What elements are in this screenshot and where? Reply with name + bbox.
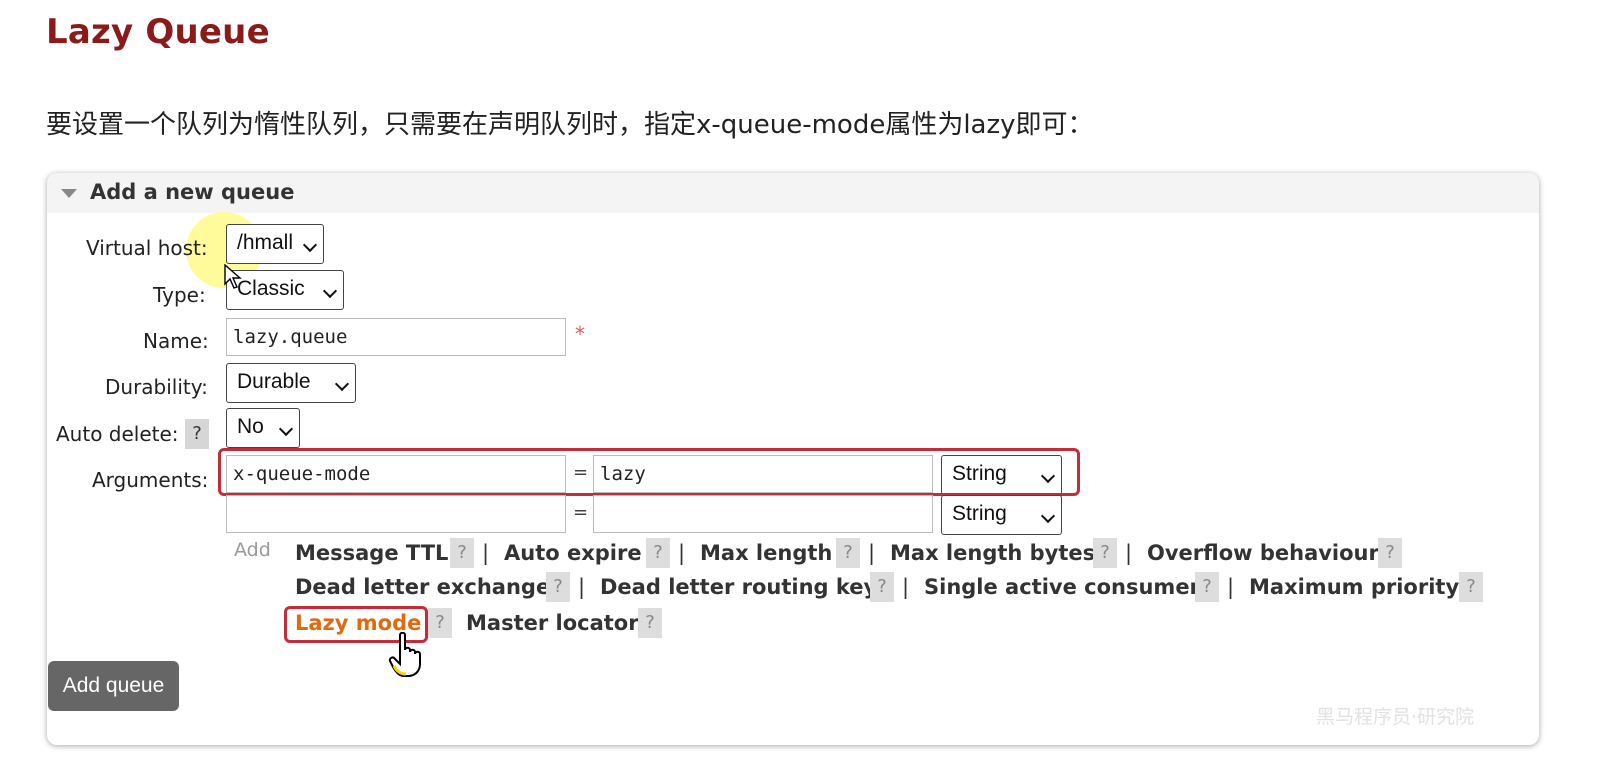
- collapse-triangle-icon[interactable]: [61, 189, 77, 198]
- slide-instruction: 要设置一个队列为惰性队列，只需要在声明队列时，指定x-queue-mode属性为…: [46, 110, 1094, 140]
- maximum-priority-link[interactable]: Maximum priority: [1249, 575, 1459, 599]
- chevron-down-icon: [322, 283, 338, 299]
- arguments-highlight-box: [218, 448, 1080, 496]
- separator: |: [868, 541, 876, 565]
- virtual-host-select[interactable]: /hmall: [226, 224, 324, 264]
- help-icon[interactable]: ?: [1093, 538, 1117, 568]
- help-icon[interactable]: ?: [836, 538, 860, 568]
- chevron-down-icon: [278, 421, 294, 437]
- help-icon[interactable]: ?: [638, 608, 662, 638]
- separator: |: [1227, 575, 1235, 599]
- durability-select[interactable]: Durable: [226, 363, 356, 403]
- master-locator-link[interactable]: Master locator: [466, 611, 639, 635]
- slide-title: Lazy Queue: [46, 12, 270, 52]
- auto-delete-label: Auto delete:: [56, 422, 179, 446]
- virtual-host-value: /hmall: [237, 231, 294, 254]
- max-length-bytes-link[interactable]: Max length bytes: [890, 541, 1095, 565]
- help-icon[interactable]: ?: [546, 572, 570, 602]
- type-label: Type:: [153, 283, 206, 307]
- add-queue-button[interactable]: Add queue: [48, 661, 179, 711]
- help-icon[interactable]: ?: [870, 572, 894, 602]
- hand-pointer-icon: [388, 632, 421, 677]
- auto-delete-select[interactable]: No: [226, 408, 300, 448]
- message-ttl-link[interactable]: Message TTL: [295, 541, 448, 565]
- auto-expire-link[interactable]: Auto expire: [504, 541, 642, 565]
- separator: |: [678, 541, 686, 565]
- argument-type-value: String: [952, 502, 1007, 525]
- chevron-down-icon: [1040, 508, 1056, 524]
- auto-delete-help-icon[interactable]: ?: [185, 419, 209, 449]
- help-icon[interactable]: ?: [450, 538, 474, 568]
- chevron-down-icon: [302, 237, 318, 253]
- chevron-down-icon: [334, 376, 350, 392]
- arguments-label: Arguments:: [92, 468, 209, 492]
- overflow-behaviour-link[interactable]: Overflow behaviour: [1147, 541, 1379, 565]
- auto-delete-value: No: [237, 415, 264, 438]
- add-label: Add: [234, 539, 271, 561]
- help-icon[interactable]: ?: [1378, 538, 1402, 568]
- required-mark: *: [575, 322, 585, 346]
- separator: |: [902, 575, 910, 599]
- watermark: 黑马程序员·研究院: [1316, 706, 1475, 728]
- single-active-consumer-link[interactable]: Single active consumer: [924, 575, 1200, 599]
- help-icon[interactable]: ?: [1195, 572, 1219, 602]
- argument-value-input[interactable]: [593, 495, 933, 533]
- help-icon[interactable]: ?: [1459, 572, 1483, 602]
- argument-type-select[interactable]: String: [941, 495, 1062, 535]
- durability-value: Durable: [237, 370, 311, 393]
- arrow-cursor-icon: [224, 264, 242, 289]
- separator: |: [578, 575, 586, 599]
- help-icon[interactable]: ?: [646, 538, 670, 568]
- help-icon[interactable]: ?: [428, 608, 452, 638]
- panel-header[interactable]: Add a new queue: [47, 173, 1539, 213]
- separator: |: [1125, 541, 1133, 565]
- type-value: Classic: [237, 277, 305, 300]
- virtual-host-label: Virtual host:: [86, 236, 208, 260]
- max-length-link[interactable]: Max length: [700, 541, 832, 565]
- dead-letter-routing-key-link[interactable]: Dead letter routing key: [600, 575, 877, 599]
- argument-key-input[interactable]: [226, 495, 566, 533]
- panel-title[interactable]: Add a new queue: [90, 180, 294, 204]
- name-input[interactable]: lazy.queue: [226, 318, 566, 356]
- equals-sign: =: [573, 502, 589, 523]
- name-label: Name:: [143, 329, 209, 353]
- separator: |: [482, 541, 490, 565]
- durability-label: Durability:: [105, 375, 208, 399]
- dead-letter-exchange-link[interactable]: Dead letter exchange: [295, 575, 550, 599]
